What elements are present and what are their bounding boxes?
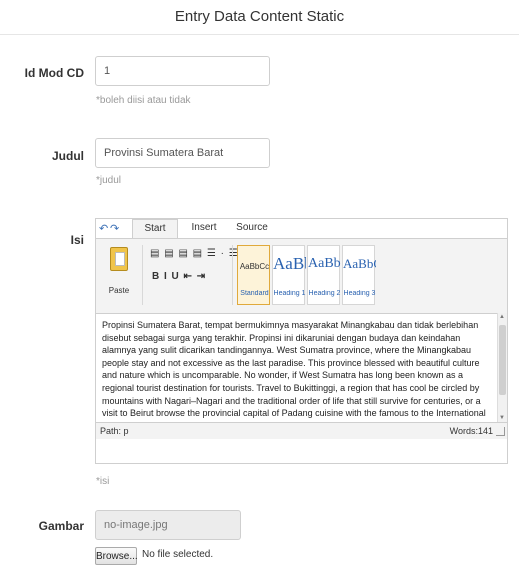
tab-source[interactable]: Source (232, 219, 272, 237)
tab-start[interactable]: Start (132, 219, 178, 239)
undo-icon[interactable]: ↶ (99, 222, 108, 235)
format-toolbar[interactable]: B I U ⇤ ⇥ (152, 271, 206, 282)
style-name: Heading 2 (308, 290, 341, 297)
id-mod-cd-help: *boleh diisi atau tidak (96, 95, 191, 106)
clipboard-icon (110, 247, 128, 271)
judul-input[interactable]: Provinsi Sumatera Barat (95, 138, 270, 168)
style-name: Standard (240, 290, 269, 297)
id-mod-cd-label: Id Mod CD (24, 66, 84, 80)
editor-content-area[interactable]: Propinsi Sumatera Barat, tempat bermukim… (96, 313, 497, 422)
isi-help: *isi (96, 476, 110, 487)
gambar-filename-field: no-image.jpg (95, 510, 241, 540)
id-mod-cd-input[interactable]: 1 (95, 56, 270, 86)
page-title: Entry Data Content Static (0, 0, 519, 35)
editor-scrollbar[interactable]: ▲ ▼ (497, 313, 507, 422)
scrollbar-thumb[interactable] (499, 325, 506, 395)
paste-label: Paste (108, 286, 130, 295)
judul-label: Judul (52, 149, 84, 163)
file-status: No file selected. (142, 549, 214, 560)
style-heading-3[interactable]: AaBbCc Heading 3 (342, 245, 376, 305)
isi-label: Isi (70, 233, 84, 247)
style-sample: AaBbCc (343, 256, 376, 271)
style-standard[interactable]: AaBbCc Standard (237, 245, 270, 305)
tab-insert[interactable]: Insert (184, 219, 224, 237)
judul-help: *judul (96, 175, 122, 186)
gambar-label: Gambar (38, 519, 84, 533)
rich-text-editor: ↶ ↷ Start Insert Source Paste ▤ ▤ ▤ ▤ ☰ … (95, 218, 508, 464)
style-sample: AaBbCc (308, 256, 341, 271)
scroll-down-icon[interactable]: ▼ (499, 415, 505, 421)
paste-button[interactable]: Paste (102, 244, 136, 304)
style-sample: AaBbCc (239, 262, 270, 271)
ribbon-divider (142, 245, 143, 305)
style-heading-2[interactable]: AaBbCc Heading 2 (307, 245, 341, 305)
style-name: Heading 3 (343, 290, 376, 297)
editor-tab-bar: ↶ ↷ Start Insert Source (96, 219, 507, 239)
style-name: Heading 1 (273, 290, 306, 297)
style-heading-1[interactable]: AaBbC Heading 1 (272, 245, 306, 305)
editor-status-bar: Path: p Words:141 (96, 422, 507, 439)
editor-path: Path: p (100, 426, 129, 436)
redo-icon[interactable]: ↷ (110, 222, 119, 235)
editor-ribbon: Paste ▤ ▤ ▤ ▤ ☰ · ☰ · B I U ⇤ ⇥ AaBbCc S… (96, 238, 507, 314)
scroll-up-icon[interactable]: ▲ (499, 314, 505, 320)
ribbon-divider (232, 245, 233, 305)
entry-page: Entry Data Content Static Id Mod CD 1 *b… (0, 0, 519, 572)
browse-button[interactable]: Browse... (95, 547, 138, 565)
resize-grip-icon[interactable] (496, 427, 505, 436)
editor-word-count: Words:141 (449, 426, 493, 436)
style-sample: AaBbC (273, 254, 306, 273)
